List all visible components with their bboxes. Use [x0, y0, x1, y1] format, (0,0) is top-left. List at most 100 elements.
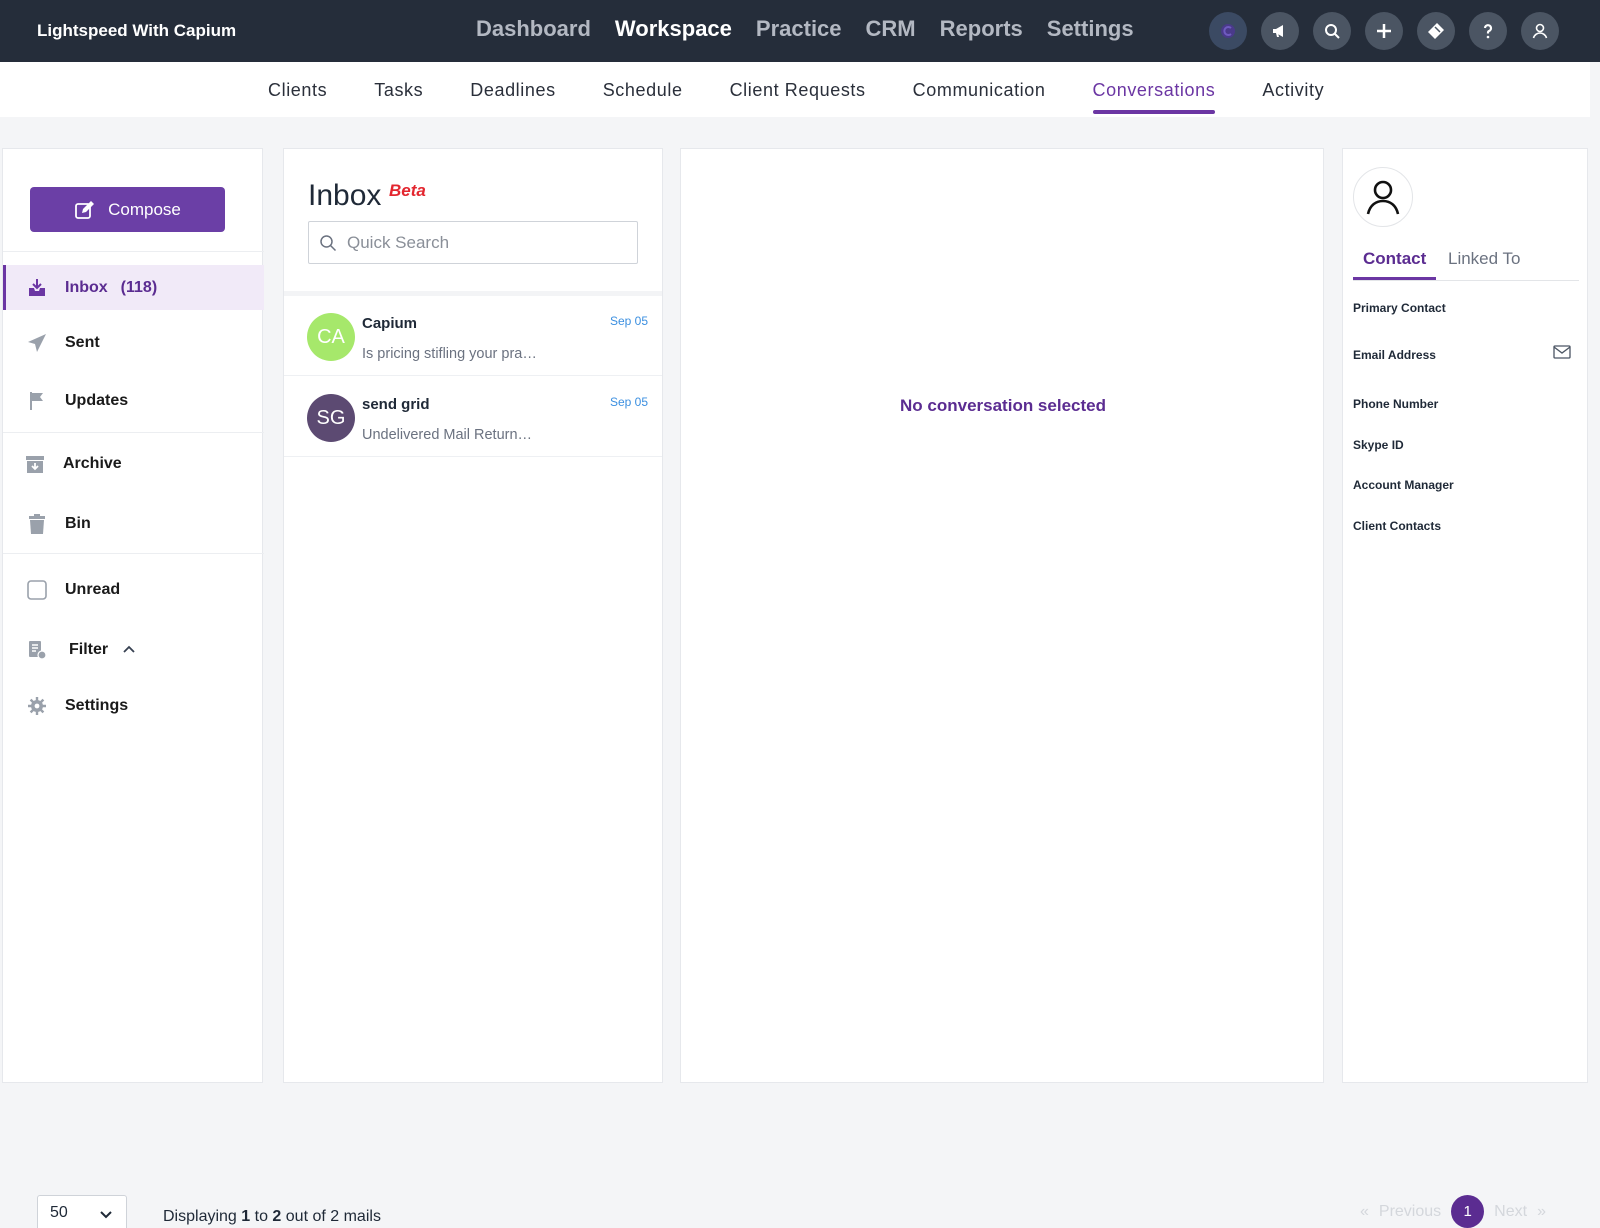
sidebar-item-updates[interactable]: Updates	[3, 378, 264, 423]
per-page-value: 50	[50, 1204, 68, 1221]
displaying-text: Displaying 1 to 2 out of 2 mails	[163, 1208, 381, 1226]
mail-snippet: Is pricing stifling your pra…	[362, 346, 537, 362]
divider	[3, 251, 264, 252]
empty-state-text: No conversation selected	[900, 396, 1106, 415]
tab-deadlines[interactable]: Deadlines	[470, 80, 555, 101]
first-page-link[interactable]: «	[1360, 1203, 1369, 1221]
send-icon	[25, 331, 49, 355]
sidebar-item-bin[interactable]: Bin	[3, 501, 264, 546]
ticket-icon[interactable]	[1417, 12, 1455, 50]
unread-checkbox[interactable]	[25, 578, 49, 602]
top-bar: Lightspeed With Capium Dashboard Workspa…	[0, 0, 1600, 62]
megaphone-icon[interactable]	[1261, 12, 1299, 50]
field-account-manager: Account Manager	[1353, 478, 1454, 492]
displaying-suffix: out of 2 mails	[285, 1208, 381, 1225]
sidebar-item-unread[interactable]: Unread	[3, 567, 264, 612]
next-page-link[interactable]: Next	[1494, 1203, 1527, 1221]
displaying-prefix: Displaying	[163, 1208, 237, 1225]
nav-reports[interactable]: Reports	[940, 16, 1023, 42]
conversation-view: No conversation selected	[680, 148, 1324, 1083]
contact-tabs: Contact Linked To	[1352, 249, 1579, 281]
divider	[3, 432, 264, 433]
field-client-contacts: Client Contacts	[1353, 519, 1442, 533]
search-icon	[320, 234, 337, 251]
displaying-to-word: to	[254, 1208, 268, 1225]
sidebar-item-label: Settings	[65, 696, 129, 714]
sidebar-item-label: Unread	[65, 580, 121, 598]
list-item[interactable]: CA Capium Is pricing stifling your pra… …	[284, 296, 662, 376]
sidebar-item-inbox[interactable]: Inbox (118)	[3, 265, 264, 310]
contact-panel: Contact Linked To Primary Contact Email …	[1342, 148, 1588, 1083]
tab-contact[interactable]: Contact	[1352, 249, 1437, 280]
tab-conversations[interactable]: Conversations	[1092, 80, 1216, 114]
search-icon[interactable]	[1313, 12, 1351, 50]
avatar: CA	[307, 313, 355, 361]
sidebar-item-label: Inbox	[65, 278, 108, 296]
archive-icon	[23, 452, 47, 476]
sidebar-item-archive[interactable]: Archive	[3, 441, 264, 486]
nav-practice[interactable]: Practice	[756, 16, 842, 42]
envelope-icon[interactable]	[1553, 345, 1571, 359]
field-skype-id: Skype ID	[1353, 438, 1404, 452]
displaying-to: 2	[272, 1208, 282, 1225]
inbox-title: Inbox	[308, 179, 382, 212]
nav-settings[interactable]: Settings	[1047, 16, 1134, 42]
tab-activity[interactable]: Activity	[1262, 80, 1324, 101]
brand-name[interactable]: Lightspeed With Capium	[37, 21, 236, 41]
nav-workspace[interactable]: Workspace	[615, 16, 732, 42]
inbox-icon	[25, 276, 49, 300]
field-email-address: Email Address	[1353, 348, 1436, 362]
sidebar-item-label: Archive	[63, 454, 122, 472]
current-page[interactable]: 1	[1451, 1195, 1485, 1228]
divider	[3, 553, 264, 554]
per-page-select[interactable]: 50	[37, 1195, 127, 1228]
last-page-link[interactable]: »	[1537, 1203, 1546, 1221]
edit-icon	[75, 200, 95, 219]
flag-icon	[25, 389, 49, 413]
field-phone-number: Phone Number	[1353, 397, 1439, 411]
avatar: SG	[307, 394, 355, 442]
plus-icon[interactable]	[1365, 12, 1403, 50]
sidebar-item-filter[interactable]: Filter	[3, 627, 264, 672]
field-primary-contact: Primary Contact	[1353, 301, 1446, 315]
sidebar-item-sent[interactable]: Sent	[3, 320, 264, 365]
tab-tasks[interactable]: Tasks	[374, 80, 423, 101]
nav-dashboard[interactable]: Dashboard	[476, 16, 591, 42]
help-icon[interactable]	[1469, 12, 1507, 50]
mail-sender: Capium	[362, 315, 418, 332]
tab-schedule[interactable]: Schedule	[603, 80, 683, 101]
quick-search[interactable]	[308, 221, 638, 264]
gear-icon	[25, 694, 49, 718]
tab-clients[interactable]: Clients	[268, 80, 327, 101]
displaying-from: 1	[241, 1208, 251, 1225]
nav-crm[interactable]: CRM	[866, 16, 916, 42]
mail-date: Sep 05	[609, 314, 648, 328]
previous-page-link[interactable]: Previous	[1379, 1203, 1441, 1221]
sub-nav: Clients Tasks Deadlines Schedule Client …	[0, 62, 1590, 117]
tab-communication[interactable]: Communication	[913, 80, 1046, 101]
mail-sender: send grid	[362, 396, 430, 413]
user-icon[interactable]	[1521, 12, 1559, 50]
tab-client-requests[interactable]: Client Requests	[730, 80, 866, 101]
sidebar-item-settings[interactable]: Settings	[3, 683, 264, 728]
beta-badge: Beta	[389, 181, 426, 200]
mail-sidebar: Compose Inbox (118) Sent Updates Archive…	[2, 148, 264, 1083]
inbox-panel: Inbox Beta CA Capium Is pricing stifling…	[283, 148, 663, 1083]
compose-button[interactable]: Compose	[30, 187, 225, 232]
search-input[interactable]	[347, 232, 627, 253]
list-item[interactable]: SG send grid Undelivered Mail Return… Se…	[284, 377, 662, 457]
filter-icon	[25, 638, 49, 662]
sidebar-item-label: Sent	[65, 333, 100, 351]
mail-date: Sep 05	[609, 395, 648, 409]
capium-icon[interactable]	[1209, 12, 1247, 50]
user-icon	[1366, 180, 1400, 215]
chevron-down-icon	[100, 1211, 112, 1219]
sidebar-item-label: Bin	[65, 514, 91, 532]
top-icons	[1209, 12, 1559, 50]
compose-label: Compose	[108, 199, 181, 219]
pagination: « Previous 1 Next »	[1360, 1195, 1546, 1228]
inbox-count: (118)	[120, 278, 158, 296]
tab-linked-to[interactable]: Linked To	[1448, 249, 1520, 269]
chevron-up-icon[interactable]	[122, 643, 136, 657]
trash-icon	[25, 512, 49, 536]
